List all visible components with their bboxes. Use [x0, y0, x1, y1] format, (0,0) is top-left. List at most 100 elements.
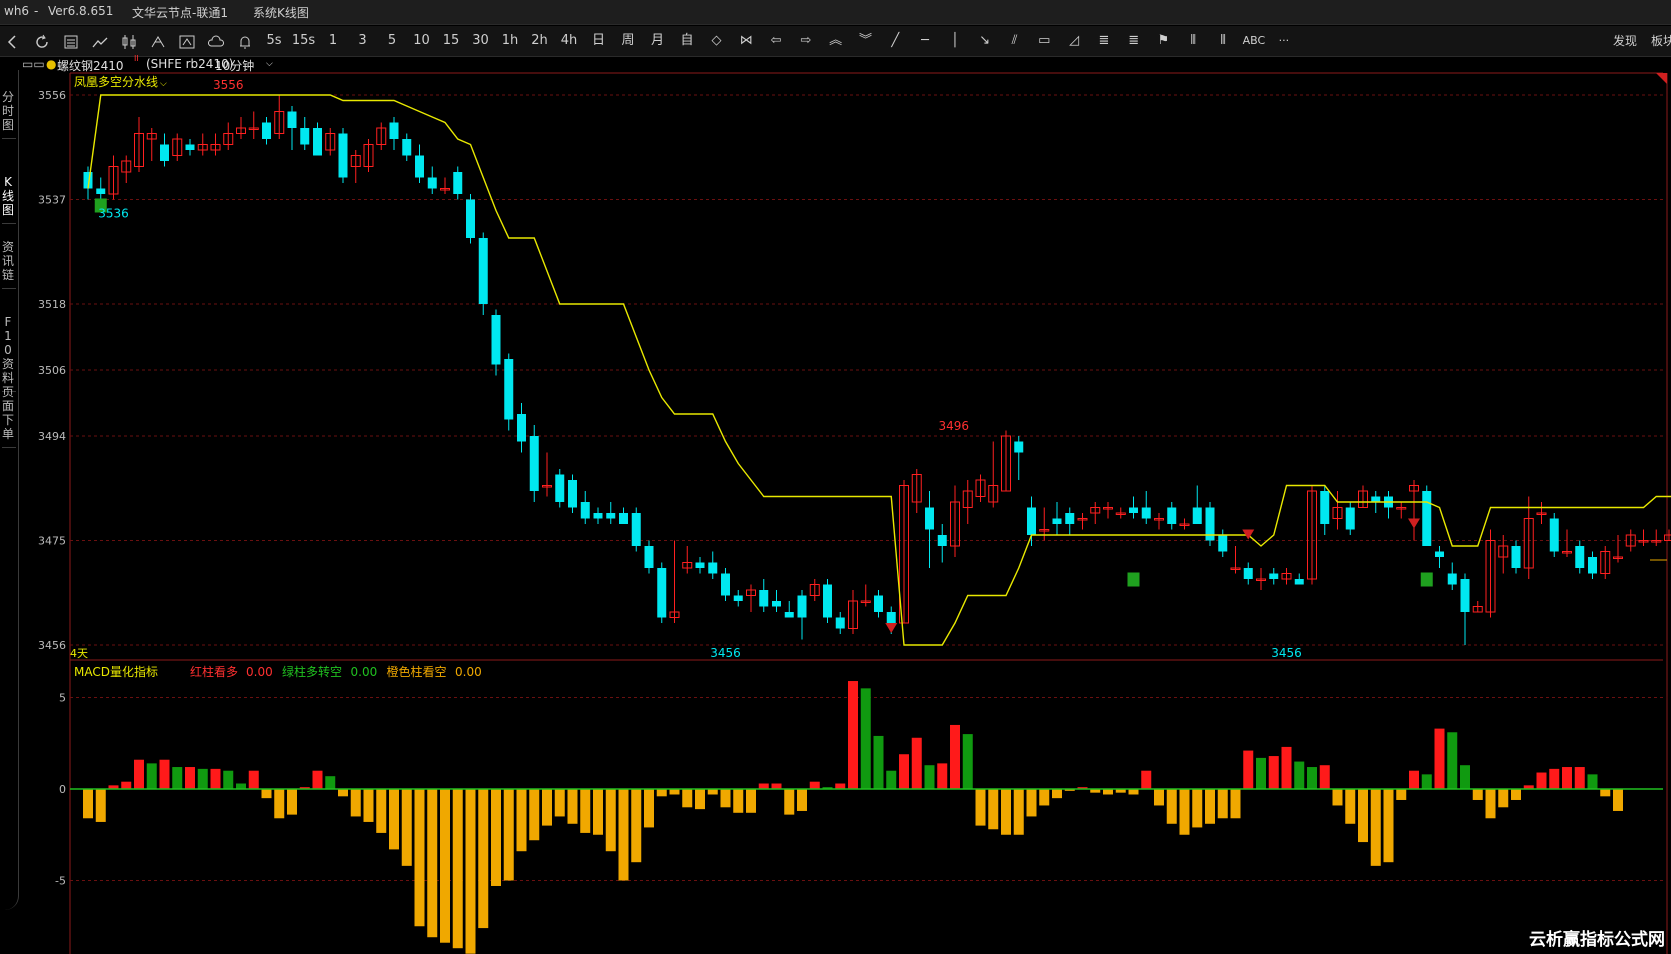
candle-body [1320, 491, 1330, 524]
macd-bar [1409, 770, 1419, 789]
candle-body [1371, 496, 1381, 502]
macd-bar [159, 759, 170, 789]
macd-bar [682, 789, 693, 808]
macd-bar [1026, 789, 1037, 817]
macd-bar [248, 770, 259, 789]
candle-body [1027, 507, 1036, 535]
candle-body [925, 507, 934, 530]
macd-bar [771, 783, 782, 789]
low-price-label: 3456 [1271, 646, 1302, 660]
candle-body [1447, 573, 1457, 585]
candle-body [874, 595, 883, 612]
candle-body [784, 612, 794, 618]
candle-body [695, 562, 705, 568]
macd-bar [707, 789, 718, 795]
candle-body [631, 513, 641, 546]
low-price-label: 3456 [710, 646, 741, 660]
candle-body [466, 199, 475, 238]
macd-bar [835, 783, 846, 789]
macd-bar [593, 789, 603, 835]
macd-legend-legend-red: 红柱看多 [190, 664, 238, 679]
macd-bar [937, 763, 948, 789]
chart-canvas[interactable]: 3556 3537 3518 3506 3494 3475 3456 凤凰多空分水线 ⌵ 4天 35… [0, 0, 1671, 954]
candle-body [402, 139, 412, 156]
macd-bar [1205, 789, 1215, 824]
candle-body [427, 177, 437, 189]
candle-body [517, 414, 526, 442]
macd-bar [1370, 789, 1381, 866]
candle-body [453, 172, 463, 194]
macd-bar [1549, 768, 1560, 789]
macd-bar [1421, 774, 1432, 789]
candle-body [1549, 518, 1559, 552]
macd-bar [1294, 761, 1305, 789]
y-tick-label: 3475 [38, 535, 66, 548]
candle-body [1052, 518, 1062, 524]
chevron-down-icon: ⌵ [160, 79, 167, 89]
macd-bar [1485, 789, 1496, 819]
macd-bar [784, 789, 795, 815]
high-price-label: 3556 [213, 78, 244, 92]
candle-body [1141, 507, 1151, 519]
macd-bar [376, 789, 387, 833]
macd-bar [1319, 765, 1330, 789]
candle-body [1167, 507, 1177, 524]
macd-legend-legend-red-val: 0.00 [246, 665, 273, 679]
candle-body [1422, 491, 1432, 546]
candle-body [262, 122, 271, 139]
macd-y-tick-label: 0 [59, 783, 66, 796]
macd-bar [1434, 728, 1445, 789]
candle-body [619, 513, 628, 524]
macd-bar [1562, 767, 1572, 789]
candle-body [287, 111, 297, 128]
macd-bar [1345, 789, 1356, 824]
days-label: 4天 [70, 647, 88, 660]
y-tick-label: 3456 [38, 639, 66, 652]
candle-body [1575, 546, 1585, 568]
macd-bar [1396, 789, 1407, 800]
macd-bar [1460, 765, 1470, 789]
macd-bar [210, 768, 221, 789]
macd-bar [1511, 789, 1521, 800]
macd-bar [1128, 789, 1139, 795]
macd-bar [1358, 789, 1368, 843]
candle-body [1294, 579, 1304, 585]
macd-bar [134, 759, 144, 789]
macd-bar [809, 781, 820, 789]
corner-marker-icon [1656, 73, 1667, 84]
macd-bar [1281, 746, 1292, 789]
macd-bar [899, 754, 909, 789]
macd-bar [988, 789, 999, 830]
macd-bar [287, 789, 297, 815]
macd-bar [1307, 767, 1317, 789]
macd-bar [1447, 732, 1458, 789]
macd-bar [975, 789, 986, 826]
macd-bar [503, 789, 514, 881]
macd-bar [172, 767, 183, 789]
macd-bar [924, 765, 935, 789]
candle-body [1435, 551, 1444, 557]
candle-body [1192, 507, 1202, 524]
candle-body [733, 595, 743, 601]
macd-bar [758, 783, 769, 789]
macd-bar [873, 735, 884, 789]
high-price-label: 3496 [938, 419, 969, 433]
candle-body [1664, 534, 1671, 541]
macd-bar [516, 789, 527, 852]
candle-body [606, 513, 616, 519]
macd-bar [427, 789, 438, 938]
candle-body [1269, 573, 1279, 579]
y-tick-label: 3494 [38, 430, 66, 443]
macd-bar [478, 789, 489, 929]
macd-bar [452, 789, 463, 949]
watermark: 云析赢指标公式网 [1529, 930, 1665, 950]
macd-bar [197, 768, 208, 789]
candle-body [580, 502, 590, 519]
macd-bar [338, 789, 348, 797]
macd-bar [1166, 789, 1177, 824]
macd-bar [1217, 789, 1228, 819]
macd-bar [121, 781, 132, 789]
macd-bar [567, 789, 578, 824]
macd-bar [529, 789, 540, 841]
macd-bar [312, 770, 323, 789]
